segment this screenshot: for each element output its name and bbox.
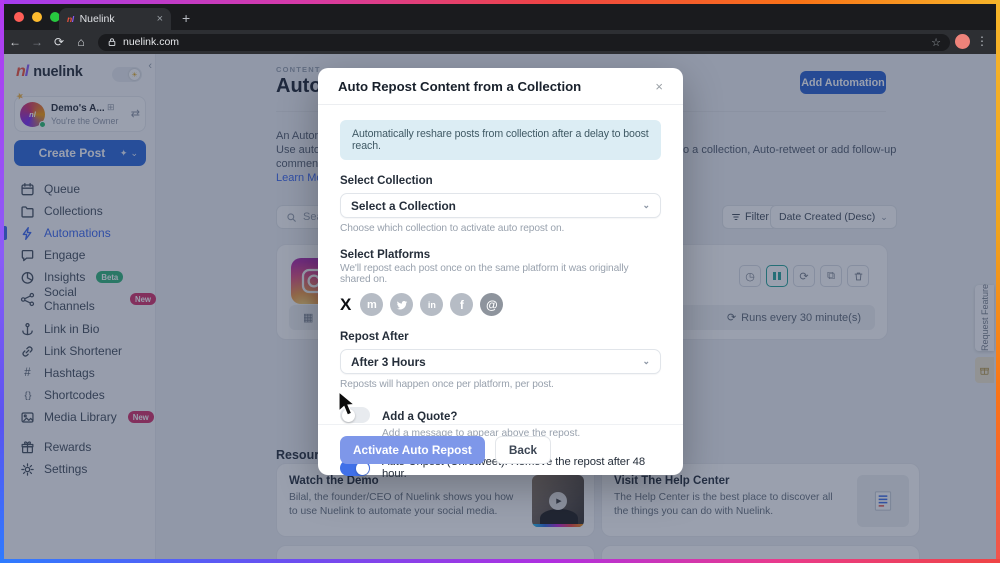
frame-edge [0, 0, 4, 563]
threads-platform-icon[interactable]: @ [480, 293, 503, 316]
lock-icon [107, 37, 117, 47]
close-icon[interactable]: × [655, 79, 663, 94]
collection-value: Select a Collection [351, 199, 456, 213]
info-banner: Automatically reshare posts from collect… [340, 120, 661, 160]
repost-after-label: Repost After [340, 331, 661, 343]
window-controls[interactable] [14, 12, 60, 22]
modal-title: Auto Repost Content from a Collection [338, 79, 655, 94]
repost-after-help: Reposts will happen once per platform, p… [340, 379, 661, 390]
new-tab-button[interactable]: + [182, 10, 190, 26]
x-platform-icon[interactable]: X [340, 295, 351, 315]
browser-tab[interactable]: nl Nuelink × [59, 8, 171, 30]
twitter-platform-icon[interactable] [390, 293, 413, 316]
frame-edge [0, 0, 1000, 4]
platforms-label: Select Platforms [340, 249, 661, 261]
modal-footer: Activate Auto Repost Back [318, 424, 683, 475]
linkedin-platform-icon[interactable]: in [420, 293, 443, 316]
chevron-down-icon: ⌄ [642, 200, 650, 211]
modal-header: Auto Repost Content from a Collection × [318, 68, 683, 105]
url-text: nuelink.com [123, 36, 925, 48]
app-viewport: ‹ nl nuelink ☀ ★ nl Demo's A... ⊞ You're… [4, 54, 996, 559]
platforms-row: X m in f @ [340, 293, 661, 316]
frame-edge [0, 559, 1000, 563]
activate-auto-repost-button[interactable]: Activate Auto Repost [340, 436, 485, 464]
nuelink-favicon: nl [67, 14, 74, 24]
repost-after-select[interactable]: After 3 Hours ⌄ [340, 349, 661, 374]
tab-title: Nuelink [80, 13, 151, 25]
collection-help: Choose which collection to activate auto… [340, 223, 661, 234]
browser-menu-icon[interactable]: ⋮ [976, 34, 988, 48]
forward-icon[interactable]: → [26, 35, 48, 49]
facebook-platform-icon[interactable]: f [450, 293, 473, 316]
home-icon[interactable]: ⌂ [70, 35, 92, 49]
mastodon-platform-icon[interactable]: m [360, 293, 383, 316]
auto-repost-modal: Auto Repost Content from a Collection × … [318, 68, 683, 475]
browser-tabstrip: nl Nuelink × + [4, 4, 996, 30]
bookmark-star-icon[interactable]: ☆ [931, 36, 941, 49]
address-bar[interactable]: nuelink.com ☆ [98, 34, 950, 51]
screenshot-root: nl Nuelink × + ← → ⟳ ⌂ nuelink.com ☆ ⋮ ‹… [0, 0, 1000, 563]
back-button[interactable]: Back [495, 436, 551, 464]
collection-label: Select Collection [340, 175, 661, 187]
close-window-button[interactable] [14, 12, 24, 22]
browser-toolbar: ← → ⟳ ⌂ nuelink.com ☆ ⋮ [4, 30, 996, 54]
frame-edge [996, 0, 1000, 563]
platforms-help: We'll repost each post once on the same … [340, 263, 661, 285]
quote-label: Add a Quote? [382, 411, 457, 423]
minimize-window-button[interactable] [32, 12, 42, 22]
repost-after-value: After 3 Hours [351, 355, 426, 369]
chevron-down-icon: ⌄ [642, 356, 650, 367]
back-icon[interactable]: ← [4, 35, 26, 49]
collection-select[interactable]: Select a Collection ⌄ [340, 193, 661, 218]
tab-close-icon[interactable]: × [157, 14, 163, 25]
reload-icon[interactable]: ⟳ [48, 35, 70, 49]
mouse-cursor [337, 391, 359, 424]
browser-profile-avatar[interactable] [955, 34, 970, 49]
